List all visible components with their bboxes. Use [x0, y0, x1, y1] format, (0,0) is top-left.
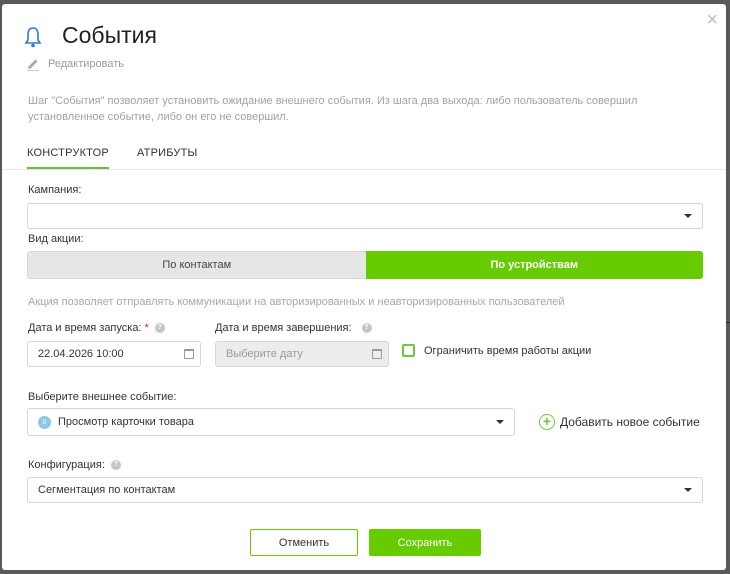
tab-constructor[interactable]: КОНСТРУКТОР [27, 147, 109, 169]
end-date-placeholder: Выберите дату [226, 348, 303, 360]
pencil-icon [27, 59, 39, 71]
add-event-label: Добавить новое событие [560, 415, 700, 429]
help-icon[interactable]: ? [110, 460, 121, 471]
help-icon[interactable]: ? [154, 323, 165, 334]
action-type-devices[interactable]: По устройствам [365, 251, 703, 279]
event-count-badge: 0 [38, 415, 51, 429]
campaign-label: Кампания: [28, 184, 82, 196]
end-date-label-text: Дата и время завершения: [215, 322, 352, 334]
campaign-select[interactable] [27, 203, 703, 229]
calendar-icon [372, 349, 382, 359]
required-mark: * [144, 322, 149, 334]
add-event-button[interactable]: + Добавить новое событие [539, 414, 700, 430]
config-value: Сегментация по контактам [38, 484, 176, 496]
modal-title: События [62, 22, 157, 48]
events-modal: × События Редактировать Шаг "События" по… [2, 4, 726, 570]
help-icon[interactable]: ? [361, 323, 372, 334]
event-label: Выберите внешнее событие: [28, 391, 177, 403]
chevron-down-icon [684, 488, 692, 492]
start-date-label: Дата и время запуска: *? [28, 322, 165, 334]
config-select[interactable]: Сегментация по контактам [27, 477, 703, 503]
limit-time-checkbox[interactable] [402, 344, 415, 357]
event-value: Просмотр карточки товара [58, 416, 194, 428]
config-label: Конфигурация:? [28, 459, 121, 471]
start-date-value: 22.04.2026 10:00 [38, 348, 124, 360]
limit-time-label: Ограничить время работы акции [424, 345, 592, 357]
plus-circle-icon: + [539, 414, 555, 430]
edit-label: Редактировать [48, 58, 124, 70]
action-type-contacts[interactable]: По контактам [27, 251, 366, 279]
action-hint: Акция позволяет отправлять коммуникации … [28, 296, 565, 308]
start-date-input[interactable]: 22.04.2026 10:00 [27, 341, 201, 367]
step-description: Шаг "События" позволяет установить ожида… [28, 95, 638, 123]
close-icon[interactable]: × [706, 10, 718, 30]
calendar-icon [184, 349, 194, 359]
bell-icon [24, 27, 42, 48]
end-date-input[interactable]: Выберите дату [215, 341, 389, 367]
action-type-toggle: По контактам По устройствам [27, 251, 703, 279]
edit-link[interactable]: Редактировать [26, 57, 124, 71]
tab-bar: КОНСТРУКТОР АТРИБУТЫ [2, 142, 726, 170]
start-date-label-text: Дата и время запуска: [28, 322, 142, 334]
chevron-down-icon [684, 214, 692, 218]
save-button[interactable]: Сохранить [369, 529, 481, 556]
chevron-down-icon [496, 420, 504, 424]
action-type-label: Вид акции: [28, 233, 84, 245]
config-label-text: Конфигурация: [28, 459, 105, 471]
cancel-button[interactable]: Отменить [250, 529, 358, 556]
event-select[interactable]: 0 Просмотр карточки товара [27, 408, 515, 436]
end-date-label: Дата и время завершения:? [215, 322, 372, 334]
tab-attributes[interactable]: АТРИБУТЫ [137, 147, 197, 159]
